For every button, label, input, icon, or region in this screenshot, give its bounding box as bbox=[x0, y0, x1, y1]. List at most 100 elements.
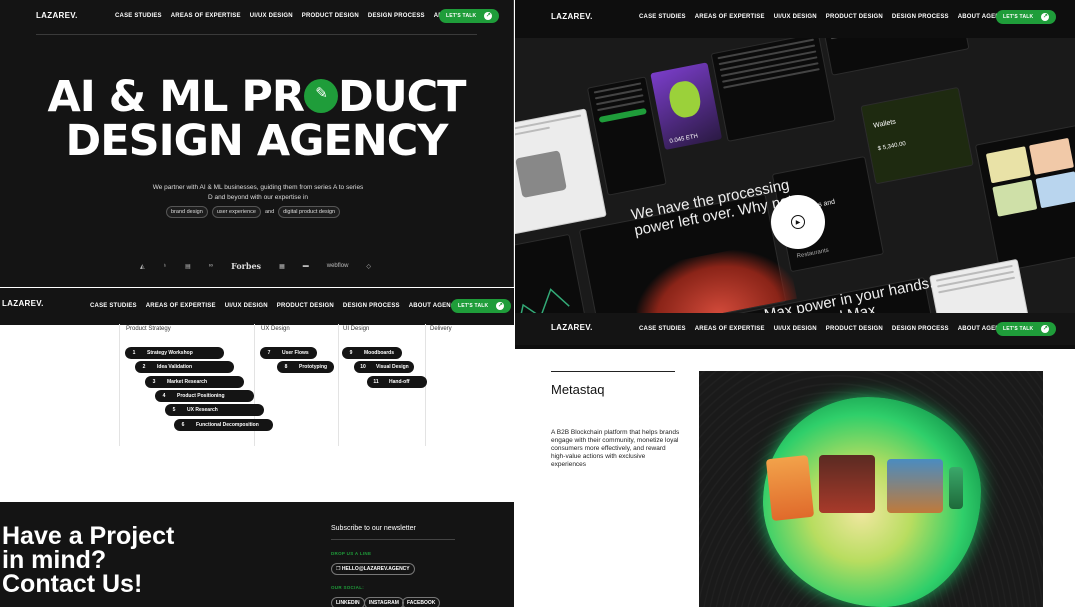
step-label: Market Research bbox=[167, 379, 208, 385]
tag-brand-design[interactable]: brand design bbox=[166, 206, 208, 218]
arrow-icon: ↗ bbox=[484, 12, 493, 20]
step-label: Hand-off bbox=[389, 379, 410, 385]
nav-design-process[interactable]: DESIGN PROCESS bbox=[343, 303, 400, 309]
step-idea-validation[interactable]: 2 Idea Validation bbox=[135, 361, 234, 373]
contact-line3: Contact Us! bbox=[2, 570, 143, 598]
step-hand-off[interactable]: 11 Hand-off bbox=[367, 376, 427, 388]
step-user-flows[interactable]: 7 User Flows bbox=[260, 347, 317, 359]
process-panel: LAZAREV. CASE STUDIES AREAS OF EXPERTISE… bbox=[0, 288, 514, 460]
nav-case-studies[interactable]: CASE STUDIES bbox=[639, 326, 686, 332]
tag-and: and bbox=[264, 209, 275, 215]
step-label: UX Research bbox=[187, 407, 218, 413]
nav-design-process[interactable]: DESIGN PROCESS bbox=[892, 14, 949, 20]
contact-heading: Have a Project in mind? Contact Us! bbox=[2, 522, 175, 598]
client-logo-1: ◭ bbox=[140, 263, 145, 270]
email-button[interactable]: ❐ HELLO@LAZAREV.AGENCY bbox=[331, 563, 415, 575]
contact-line1: Have a Project bbox=[2, 522, 175, 550]
play-button[interactable]: ▶ bbox=[771, 195, 825, 249]
nav-case-studies[interactable]: CASE STUDIES bbox=[90, 303, 137, 309]
nav-uiux-design[interactable]: UI/UX DESIGN bbox=[774, 326, 817, 332]
pen-icon bbox=[304, 79, 338, 113]
logo[interactable]: LAZAREV. bbox=[551, 323, 593, 332]
nav-product-design[interactable]: PRODUCT DESIGN bbox=[826, 14, 883, 20]
nav-design-process[interactable]: DESIGN PROCESS bbox=[892, 326, 949, 332]
client-logo-4: ∞ bbox=[208, 263, 214, 269]
linkedin-link[interactable]: LINKEDIN bbox=[331, 597, 365, 607]
step-prototyping[interactable]: 8 Prototyping bbox=[277, 361, 334, 373]
arrow-icon: ↗ bbox=[1041, 13, 1050, 21]
newsletter-input-line[interactable] bbox=[331, 539, 455, 540]
step-visual-design[interactable]: 10 Visual Design bbox=[354, 361, 414, 373]
nav-case-studies[interactable]: CASE STUDIES bbox=[639, 14, 686, 20]
process-nav: LAZAREV. CASE STUDIES AREAS OF EXPERTISE… bbox=[0, 288, 514, 325]
hero-tags: brand design user experience and digital… bbox=[166, 206, 341, 218]
sticky-nav: LAZAREV. CASE STUDIES AREAS OF EXPERTISE… bbox=[515, 313, 1075, 345]
showcase-panel: LAZAREV. CASE STUDIES AREAS OF EXPERTISE… bbox=[515, 0, 1075, 349]
step-moodboards[interactable]: 9 Moodboards bbox=[342, 347, 402, 359]
nav-product-design[interactable]: PRODUCT DESIGN bbox=[826, 326, 883, 332]
nav-case-studies[interactable]: CASE STUDIES bbox=[115, 13, 162, 19]
play-icon: ▶ bbox=[791, 215, 805, 229]
step-market-research[interactable]: 3 Market Research bbox=[145, 376, 244, 388]
logo[interactable]: LAZAREV. bbox=[551, 12, 593, 21]
hero-title-part-b: DUCT bbox=[338, 72, 466, 122]
edge-photo bbox=[949, 467, 963, 509]
instagram-link[interactable]: INSTAGRAM bbox=[364, 597, 404, 607]
jellyfish-photo bbox=[765, 454, 815, 522]
newsletter-label[interactable]: Subscribe to our newsletter bbox=[331, 525, 416, 532]
step-number: 7 bbox=[267, 350, 271, 356]
case-title[interactable]: Metastaq bbox=[551, 382, 604, 397]
top-nav: LAZAREV. CASE STUDIES AREAS OF EXPERTISE… bbox=[0, 0, 513, 32]
nav-uiux-design[interactable]: UI/UX DESIGN bbox=[774, 14, 817, 20]
step-number: 11 bbox=[373, 379, 379, 385]
lets-talk-label: LET'S TALK bbox=[1003, 326, 1034, 332]
lets-talk-button[interactable]: LET'S TALK ↗ bbox=[996, 322, 1057, 336]
step-functional-decomposition[interactable]: 6 Functional Decomposition bbox=[174, 419, 273, 431]
logo[interactable]: LAZAREV. bbox=[2, 299, 44, 308]
client-logo-2: ♁ bbox=[162, 263, 168, 269]
nft-character bbox=[666, 78, 704, 120]
arrow-icon: ↗ bbox=[1041, 325, 1050, 333]
nav-product-design[interactable]: PRODUCT DESIGN bbox=[277, 303, 334, 309]
table-card bbox=[710, 38, 836, 142]
nav-design-process[interactable]: DESIGN PROCESS bbox=[368, 13, 425, 19]
lets-talk-button[interactable]: LET'S TALK ↗ bbox=[996, 10, 1057, 24]
nav-product-design[interactable]: PRODUCT DESIGN bbox=[302, 13, 359, 19]
step-label: Idea Validation bbox=[157, 364, 193, 370]
tag-digital-product-design[interactable]: digital product design bbox=[278, 206, 341, 218]
nft-price: 0.045 ETH bbox=[669, 133, 699, 145]
column-ui-design: UI Design bbox=[343, 326, 370, 332]
pastel-blue bbox=[1035, 171, 1075, 209]
case-description: A B2B Blockchain platform that helps bra… bbox=[551, 429, 680, 468]
step-label: User Flows bbox=[282, 350, 309, 356]
nav-areas-of-expertise[interactable]: AREAS OF EXPERTISE bbox=[695, 326, 765, 332]
dashboard-card bbox=[821, 38, 970, 76]
nav-uiux-design[interactable]: UI/UX DESIGN bbox=[225, 303, 268, 309]
step-ux-research[interactable]: 5 UX Research bbox=[165, 404, 264, 416]
step-label: Visual Design bbox=[376, 364, 409, 370]
column-ux-design: UX Design bbox=[261, 326, 290, 332]
step-strategy-workshop[interactable]: 1 Strategy Workshop bbox=[125, 347, 224, 359]
pastel-card bbox=[974, 116, 1075, 273]
lets-talk-button[interactable]: LET'S TALK ↗ bbox=[439, 9, 500, 23]
step-product-positioning[interactable]: 4 Product Positioning bbox=[155, 390, 254, 402]
step-label: Product Positioning bbox=[177, 393, 225, 399]
case-cover-image[interactable] bbox=[699, 371, 1043, 607]
stock-chart-card bbox=[515, 233, 593, 316]
nav-areas-of-expertise[interactable]: AREAS OF EXPERTISE bbox=[146, 303, 216, 309]
email-text: HELLO@LAZAREV.AGENCY bbox=[341, 566, 410, 572]
wallets-card: Wallets $ 5,340.00 bbox=[860, 86, 974, 185]
step-number: 4 bbox=[162, 393, 166, 399]
nav-areas-of-expertise[interactable]: AREAS OF EXPERTISE bbox=[695, 14, 765, 20]
nav-uiux-design[interactable]: UI/UX DESIGN bbox=[250, 13, 293, 19]
client-logo-9: ◇ bbox=[366, 263, 372, 270]
drop-line-label: DROP US A LINE bbox=[331, 551, 372, 556]
nav-areas-of-expertise[interactable]: AREAS OF EXPERTISE bbox=[171, 13, 241, 19]
contact-line2: in mind? bbox=[2, 546, 107, 574]
tag-user-experience[interactable]: user experience bbox=[211, 206, 261, 218]
facebook-link[interactable]: FACEBOOK bbox=[402, 597, 441, 607]
logo[interactable]: LAZAREV. bbox=[36, 11, 78, 20]
landscape-photo bbox=[887, 459, 943, 513]
lets-talk-button[interactable]: LET'S TALK ↗ bbox=[451, 299, 512, 313]
column-delivery: Delivery bbox=[430, 326, 452, 332]
